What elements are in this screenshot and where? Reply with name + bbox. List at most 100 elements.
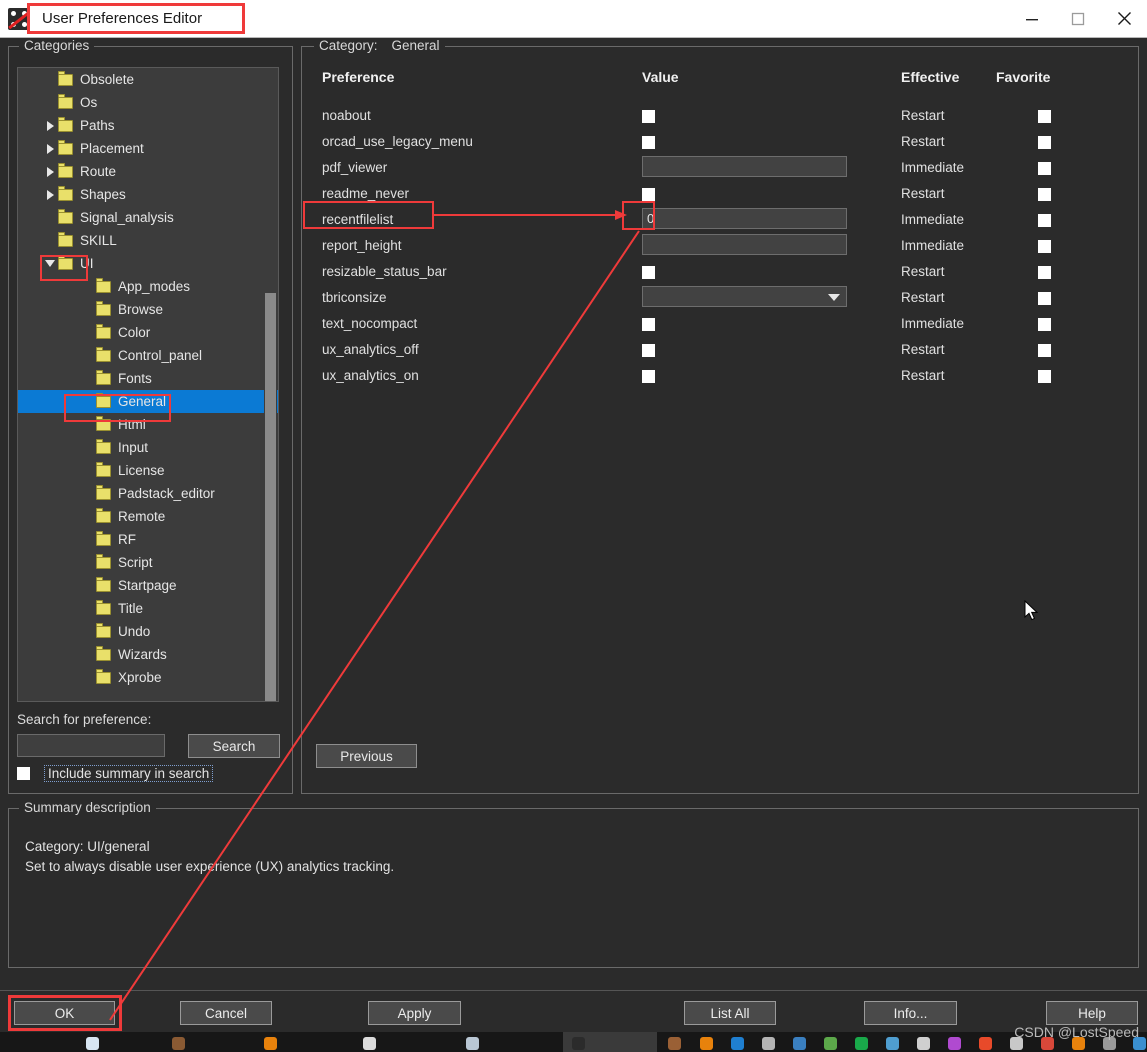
tree-item-paths[interactable]: Paths [18, 114, 278, 137]
tree-item-rf[interactable]: RF [18, 528, 278, 551]
value-text-input[interactable] [642, 234, 847, 255]
tree-item-placement[interactable]: Placement [18, 137, 278, 160]
desktop-taskbar[interactable] [0, 1032, 1147, 1052]
value-dropdown[interactable] [642, 286, 847, 307]
tree-item-general[interactable]: General [18, 390, 278, 413]
value-checkbox[interactable] [642, 318, 655, 331]
favorite-checkbox[interactable] [1038, 240, 1051, 253]
taskbar-icon-8[interactable] [700, 1037, 713, 1050]
tree-scrollbar-thumb[interactable] [265, 293, 276, 702]
tree-item-browse[interactable]: Browse [18, 298, 278, 321]
value-checkbox[interactable] [642, 136, 655, 149]
value-text-input[interactable] [642, 156, 847, 177]
info-button[interactable]: Info... [864, 1001, 957, 1025]
favorite-checkbox[interactable] [1038, 292, 1051, 305]
tree-item-obsolete[interactable]: Obsolete [18, 68, 278, 91]
apply-button[interactable]: Apply [368, 1001, 461, 1025]
tree-item-startpage[interactable]: Startpage [18, 574, 278, 597]
favorite-checkbox[interactable] [1038, 162, 1051, 175]
tree-item-signal_analysis[interactable]: Signal_analysis [18, 206, 278, 229]
categories-tree[interactable]: ObsoleteOsPathsPlacementRouteShapesSigna… [17, 67, 279, 702]
favorite-checkbox[interactable] [1038, 136, 1051, 149]
list-all-button[interactable]: List All [684, 1001, 776, 1025]
taskbar-icon-13[interactable] [855, 1037, 868, 1050]
chevron-right-icon[interactable] [42, 137, 58, 160]
tree-item-fonts[interactable]: Fonts [18, 367, 278, 390]
taskbar-icon-15[interactable] [917, 1037, 930, 1050]
favorite-checkbox[interactable] [1038, 266, 1051, 279]
include-summary-checkbox[interactable] [17, 767, 30, 780]
table-row[interactable]: orcad_use_legacy_menuRestart [312, 130, 1127, 156]
taskbar-icon-16[interactable] [948, 1037, 961, 1050]
taskbar-icon-12[interactable] [824, 1037, 837, 1050]
value-checkbox[interactable] [642, 110, 655, 123]
favorite-checkbox[interactable] [1038, 188, 1051, 201]
taskbar-icon-4[interactable] [363, 1037, 376, 1050]
taskbar-icon-1[interactable] [86, 1037, 99, 1050]
minimize-button[interactable] [1009, 0, 1055, 37]
value-text-input[interactable]: 0 [642, 208, 847, 229]
tree-item-control_panel[interactable]: Control_panel [18, 344, 278, 367]
tree-item-padstack_editor[interactable]: Padstack_editor [18, 482, 278, 505]
table-row[interactable]: report_heightImmediate [312, 234, 1127, 260]
taskbar-icon-17[interactable] [979, 1037, 992, 1050]
value-checkbox[interactable] [642, 188, 655, 201]
taskbar-icon-9[interactable] [731, 1037, 744, 1050]
favorite-checkbox[interactable] [1038, 110, 1051, 123]
tree-item-license[interactable]: License [18, 459, 278, 482]
chevron-right-icon[interactable] [42, 183, 58, 206]
tree-item-route[interactable]: Route [18, 160, 278, 183]
chevron-right-icon[interactable] [42, 160, 58, 183]
table-row[interactable]: text_nocompactImmediate [312, 312, 1127, 338]
tree-item-script[interactable]: Script [18, 551, 278, 574]
value-checkbox[interactable] [642, 370, 655, 383]
include-summary-row[interactable]: Include summary in search [17, 763, 213, 783]
taskbar-icon-2[interactable] [172, 1037, 185, 1050]
chevron-down-icon[interactable] [42, 252, 58, 275]
tree-item-title[interactable]: Title [18, 597, 278, 620]
taskbar-icon-11[interactable] [793, 1037, 806, 1050]
taskbar-icon-7[interactable] [668, 1037, 681, 1050]
taskbar-icon-5[interactable] [466, 1037, 479, 1050]
table-row[interactable]: tbriconsizeRestart [312, 286, 1127, 312]
previous-button[interactable]: Previous [316, 744, 417, 768]
taskbar-icon-10[interactable] [762, 1037, 775, 1050]
cancel-button[interactable]: Cancel [180, 1001, 272, 1025]
table-row[interactable]: readme_neverRestart [312, 182, 1127, 208]
close-button[interactable] [1101, 0, 1147, 37]
tree-item-input[interactable]: Input [18, 436, 278, 459]
tree-item-html[interactable]: Html [18, 413, 278, 436]
tree-item-app_modes[interactable]: App_modes [18, 275, 278, 298]
ok-button[interactable]: OK [14, 1001, 115, 1025]
taskbar-icon-14[interactable] [886, 1037, 899, 1050]
tree-item-ui[interactable]: UI [18, 252, 278, 275]
table-row[interactable]: resizable_status_barRestart [312, 260, 1127, 286]
tree-item-skill[interactable]: SKILL [18, 229, 278, 252]
tree-item-shapes[interactable]: Shapes [18, 183, 278, 206]
search-button[interactable]: Search [188, 734, 280, 758]
taskbar-icon-6[interactable] [572, 1037, 585, 1050]
maximize-button[interactable] [1055, 0, 1101, 37]
tree-item-os[interactable]: Os [18, 91, 278, 114]
tree-item-undo[interactable]: Undo [18, 620, 278, 643]
table-row[interactable]: ux_analytics_onRestart [312, 364, 1127, 390]
tree-item-xprobe[interactable]: Xprobe [18, 666, 278, 689]
table-row[interactable]: ux_analytics_offRestart [312, 338, 1127, 364]
table-row[interactable]: pdf_viewerImmediate [312, 156, 1127, 182]
chevron-right-icon[interactable] [42, 114, 58, 137]
tree-item-remote[interactable]: Remote [18, 505, 278, 528]
favorite-checkbox[interactable] [1038, 214, 1051, 227]
favorite-checkbox[interactable] [1038, 318, 1051, 331]
tree-item-wizards[interactable]: Wizards [18, 643, 278, 666]
table-row[interactable]: noaboutRestart [312, 104, 1127, 130]
table-row[interactable]: recentfilelist0Immediate [312, 208, 1127, 234]
tree-scrollbar[interactable] [264, 69, 277, 702]
favorite-checkbox[interactable] [1038, 344, 1051, 357]
value-checkbox[interactable] [642, 344, 655, 357]
help-button[interactable]: Help [1046, 1001, 1138, 1025]
taskbar-icon-3[interactable] [264, 1037, 277, 1050]
favorite-checkbox[interactable] [1038, 370, 1051, 383]
search-input[interactable] [17, 734, 165, 757]
tree-item-color[interactable]: Color [18, 321, 278, 344]
value-checkbox[interactable] [642, 266, 655, 279]
